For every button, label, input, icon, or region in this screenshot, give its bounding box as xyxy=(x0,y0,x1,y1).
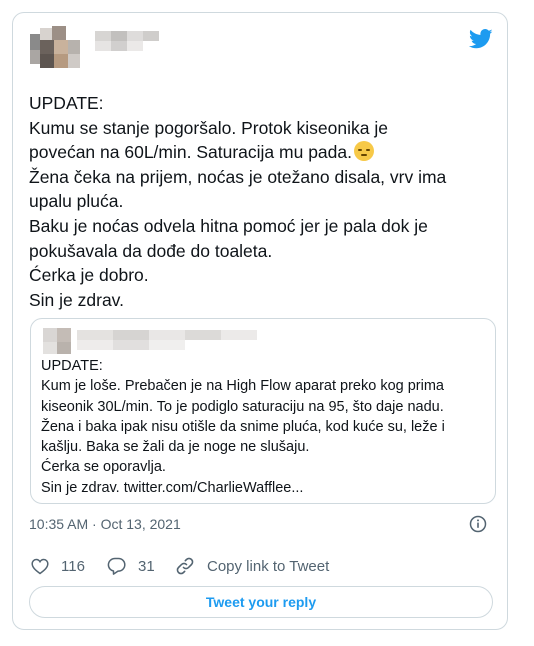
quote-line: Kum je loše. Prebačen je na High Flow ap… xyxy=(41,378,444,395)
quote-line: kiseonik 30L/min. To je podiglo saturaci… xyxy=(41,398,444,415)
pensive-face-emoji-icon xyxy=(353,141,374,162)
tweet-line: Baku je noćas odvela hitna pomoć jer je … xyxy=(29,215,428,236)
quote-line: Žena i baka ipak nisu otišle da snime pl… xyxy=(41,418,445,435)
tweet-line: povećan na 60L/min. Saturacija mu pada. xyxy=(29,140,499,165)
tweet-line: Kumu se stanje pogoršalo. Protok kiseoni… xyxy=(29,117,388,138)
quoted-tweet-body: UPDATE: Kum je loše. Prebačen je na High… xyxy=(41,356,491,498)
like-button[interactable]: 116 xyxy=(31,555,85,577)
twitter-bird-icon[interactable] xyxy=(468,29,493,49)
tweet-line: Žena čeka na prijem, noćas je otežano di… xyxy=(29,166,447,187)
copy-link-button[interactable]: Copy link to Tweet xyxy=(175,555,329,577)
blurred-avatar[interactable] xyxy=(30,20,88,78)
quoted-tweet[interactable]: UPDATE: Kum je loše. Prebačen je na High… xyxy=(30,318,496,504)
reply-button[interactable]: 31 xyxy=(107,555,155,577)
tweet-line: pokušavala da dođe do toaleta. xyxy=(29,240,273,261)
info-icon[interactable] xyxy=(469,515,487,533)
reply-bubble-icon xyxy=(107,557,126,575)
reply-count: 31 xyxy=(138,557,155,575)
tweet-line: upalu pluća. xyxy=(29,191,124,212)
tweet-line: UPDATE: xyxy=(29,93,104,113)
blurred-quote-author xyxy=(43,326,263,354)
copy-link-label: Copy link to Tweet xyxy=(207,557,330,575)
action-bar: 116 31 Copy link to Tweet xyxy=(29,555,499,579)
like-count: 116 xyxy=(61,557,85,575)
blurred-username[interactable] xyxy=(95,31,175,53)
quote-line: Sin je zdrav. twitter.com/CharlieWafflee… xyxy=(41,479,304,496)
quote-line: Ćerka se oporavlja. xyxy=(41,459,166,476)
tweet-card: UPDATE: Kumu se stanje pogoršalo. Protok… xyxy=(12,12,508,630)
tweet-your-reply-button[interactable]: Tweet your reply xyxy=(29,586,493,618)
heart-icon xyxy=(31,558,49,574)
quote-line: kašlju. Baka se žali da je noge ne sluša… xyxy=(41,439,310,456)
link-icon xyxy=(176,557,194,575)
tweet-line: Ćerka je dobro. xyxy=(29,265,149,286)
tweet-line-text: povećan na 60L/min. Saturacija mu pada. xyxy=(29,142,352,163)
quote-line: UPDATE: xyxy=(41,358,103,374)
tweet-timestamp[interactable]: 10:35 AM · Oct 13, 2021 xyxy=(29,516,181,532)
tweet-line: Sin je zdrav. xyxy=(29,289,124,310)
tweet-body: UPDATE: Kumu se stanje pogoršalo. Protok… xyxy=(29,91,499,312)
